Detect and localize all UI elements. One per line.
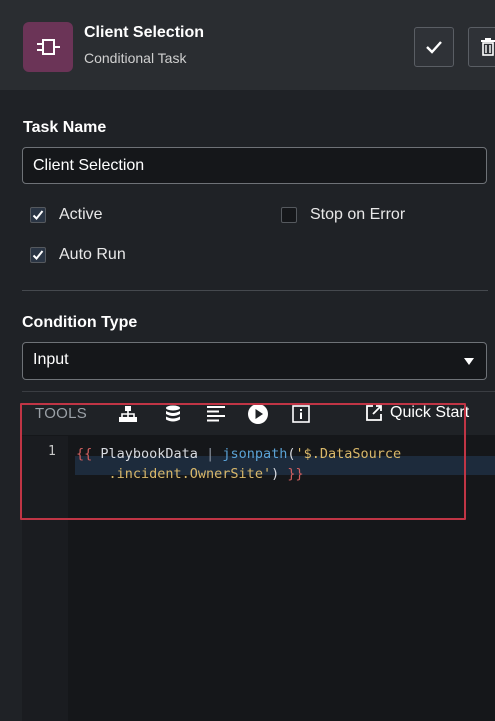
checkmark-icon <box>32 210 44 220</box>
auto-run-checkbox[interactable] <box>30 247 46 263</box>
condition-type-label: Condition Type <box>22 314 138 331</box>
task-title: Client Selection <box>84 24 205 41</box>
check-icon <box>426 41 442 54</box>
condition-type-select[interactable]: Input <box>22 342 487 380</box>
stop-on-error-label: Stop on Error <box>310 206 406 223</box>
auto-run-label: Auto Run <box>59 246 126 263</box>
section-divider <box>22 290 488 291</box>
plug-icon <box>23 22 73 72</box>
condition-type-value: Input <box>33 351 69 368</box>
active-checkbox[interactable] <box>30 207 46 223</box>
caret-down-icon <box>464 358 474 365</box>
task-header: Client Selection Conditional Task <box>0 0 495 90</box>
delete-button[interactable] <box>468 27 495 67</box>
task-name-label: Task Name <box>23 119 107 136</box>
stop-on-error-checkbox[interactable] <box>281 207 297 223</box>
highlight-annotation-box <box>20 403 466 520</box>
task-type-subtitle: Conditional Task <box>84 50 187 66</box>
checkmark-icon <box>32 250 44 260</box>
trash-icon <box>481 38 495 56</box>
auto-run-checkbox-row[interactable]: Auto Run <box>30 246 126 264</box>
stop-on-error-checkbox-row[interactable]: Stop on Error <box>281 206 405 224</box>
active-checkbox-row[interactable]: Active <box>30 206 103 224</box>
task-name-input[interactable] <box>22 147 487 184</box>
confirm-button[interactable] <box>414 27 454 67</box>
active-label: Active <box>59 206 103 223</box>
